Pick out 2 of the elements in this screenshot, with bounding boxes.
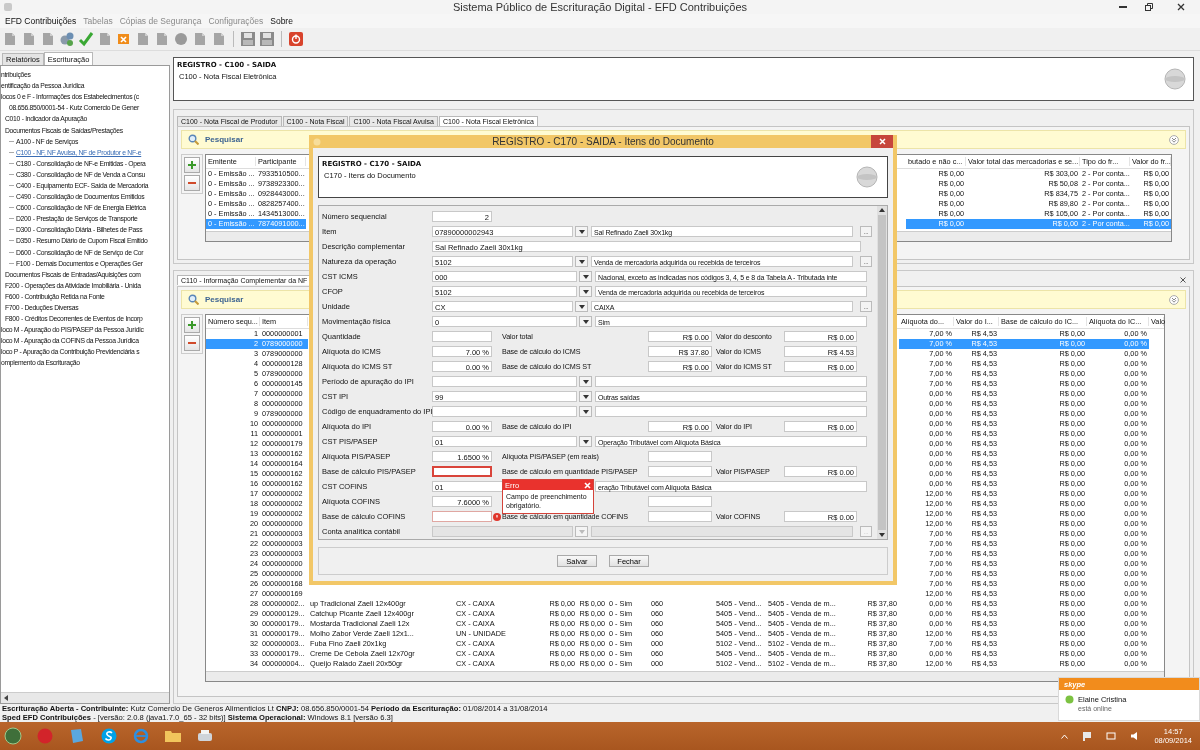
- dialog-title: REGISTRO - C170 - SAIDA - Itens do Documento: [492, 136, 714, 147]
- window-title: Sistema Público de Escrituração Digital - EFD Contribuições: [452, 1, 748, 13]
